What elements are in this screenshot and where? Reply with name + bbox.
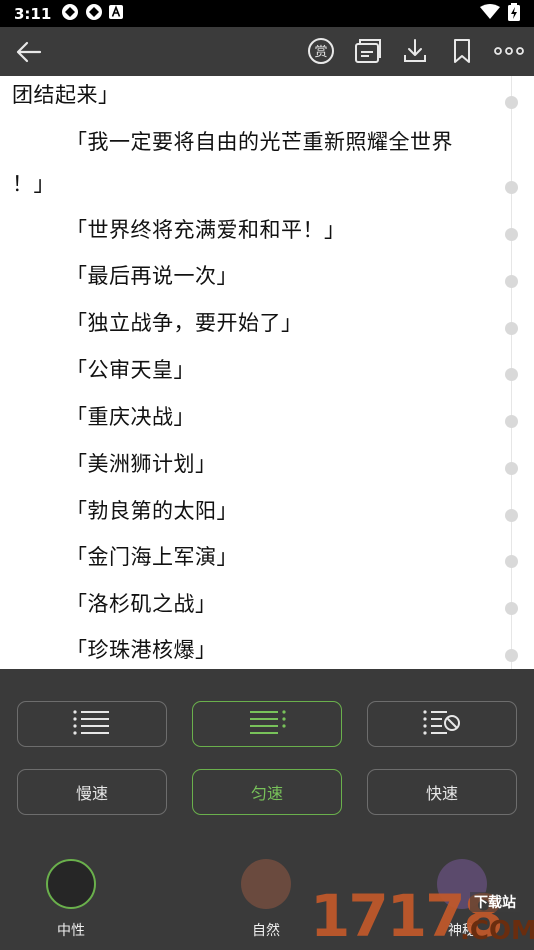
text-line: 「我一定要将自由的光芒重新照耀全世界 <box>66 130 453 154</box>
scroll-dot[interactable] <box>505 649 518 662</box>
scroll-dot[interactable] <box>505 368 518 381</box>
list-layout-button[interactable] <box>17 701 167 747</box>
bookmark-icon[interactable] <box>447 35 477 67</box>
scroll-dot[interactable] <box>505 555 518 568</box>
text-line: 「重庆决战」 <box>66 405 195 429</box>
theme-neutral[interactable]: 中性 <box>21 859 121 940</box>
scroll-dot[interactable] <box>505 181 518 194</box>
centered-layout-icon <box>247 709 287 739</box>
scroll-dot[interactable] <box>505 462 518 475</box>
text-line: 「勃良第的太阳」 <box>66 499 238 523</box>
text-line: ！」 <box>12 172 55 196</box>
notification-app-icon-2 <box>85 3 103 25</box>
theme-label: 自然 <box>252 923 280 939</box>
back-arrow-icon[interactable] <box>14 37 44 67</box>
text-line: 「金门海上军演」 <box>66 545 238 569</box>
uniform-speed-button[interactable]: 匀速 <box>192 769 342 815</box>
text-line: 「珍珠港核爆」 <box>66 638 217 662</box>
scroll-dot[interactable] <box>505 415 518 428</box>
scroll-dot[interactable] <box>505 602 518 615</box>
scroll-dot[interactable] <box>505 275 518 288</box>
more-options-icon[interactable] <box>494 35 524 67</box>
text-line: 「洛杉矶之战」 <box>66 592 217 616</box>
scroll-dot[interactable] <box>505 322 518 335</box>
fast-speed-button[interactable]: 快速 <box>367 769 517 815</box>
slow-speed-button[interactable]: 慢速 <box>17 769 167 815</box>
notification-a-icon <box>109 4 124 23</box>
site-watermark: 17178 下载站 .COM <box>310 882 534 950</box>
reward-icon[interactable]: 赏 <box>306 35 336 67</box>
text-line: 「世界终将充满爱和和平！」 <box>66 218 346 242</box>
battery-icon <box>508 2 520 25</box>
list-layout-icon <box>72 709 112 739</box>
watermark-tag: 下载站 <box>470 892 520 912</box>
no-indent-layout-button[interactable] <box>367 701 517 747</box>
reading-pane[interactable]: 团结起来」 「我一定要将自由的光芒重新照耀全世界 ！」 「世界终将充满爱和和平！… <box>0 76 534 669</box>
text-line: 「美洲狮计划」 <box>66 452 217 476</box>
download-icon[interactable] <box>400 35 430 67</box>
scroll-dot[interactable] <box>505 96 518 109</box>
status-time: 3:11 <box>14 4 52 23</box>
scroll-dot[interactable] <box>505 228 518 241</box>
page-mode-icon[interactable] <box>353 35 383 67</box>
reader-screen: 3:11 赏 团结起来」 「我一定要将自由的光芒重新照耀全世界 ！」 「世界终将… <box>0 0 534 950</box>
theme-swatch <box>241 859 291 909</box>
wifi-icon <box>480 3 500 24</box>
reader-toolbar: 赏 <box>0 27 534 76</box>
text-line: 团结起来」 <box>12 83 120 107</box>
text-line: 「公审天皇」 <box>66 358 195 382</box>
theme-label: 中性 <box>57 923 85 939</box>
theme-swatch <box>46 859 96 909</box>
svg-text:赏: 赏 <box>314 45 327 60</box>
theme-nature[interactable]: 自然 <box>216 859 316 940</box>
scroll-dot[interactable] <box>505 509 518 522</box>
text-line: 「最后再说一次」 <box>66 264 238 288</box>
text-line: 「独立战争，要开始了」 <box>66 311 303 335</box>
centered-layout-button[interactable] <box>192 701 342 747</box>
notification-app-icon <box>61 3 79 25</box>
no-indent-layout-icon <box>422 709 462 739</box>
watermark-suffix: .COM <box>460 916 534 946</box>
status-bar: 3:11 <box>0 0 534 27</box>
